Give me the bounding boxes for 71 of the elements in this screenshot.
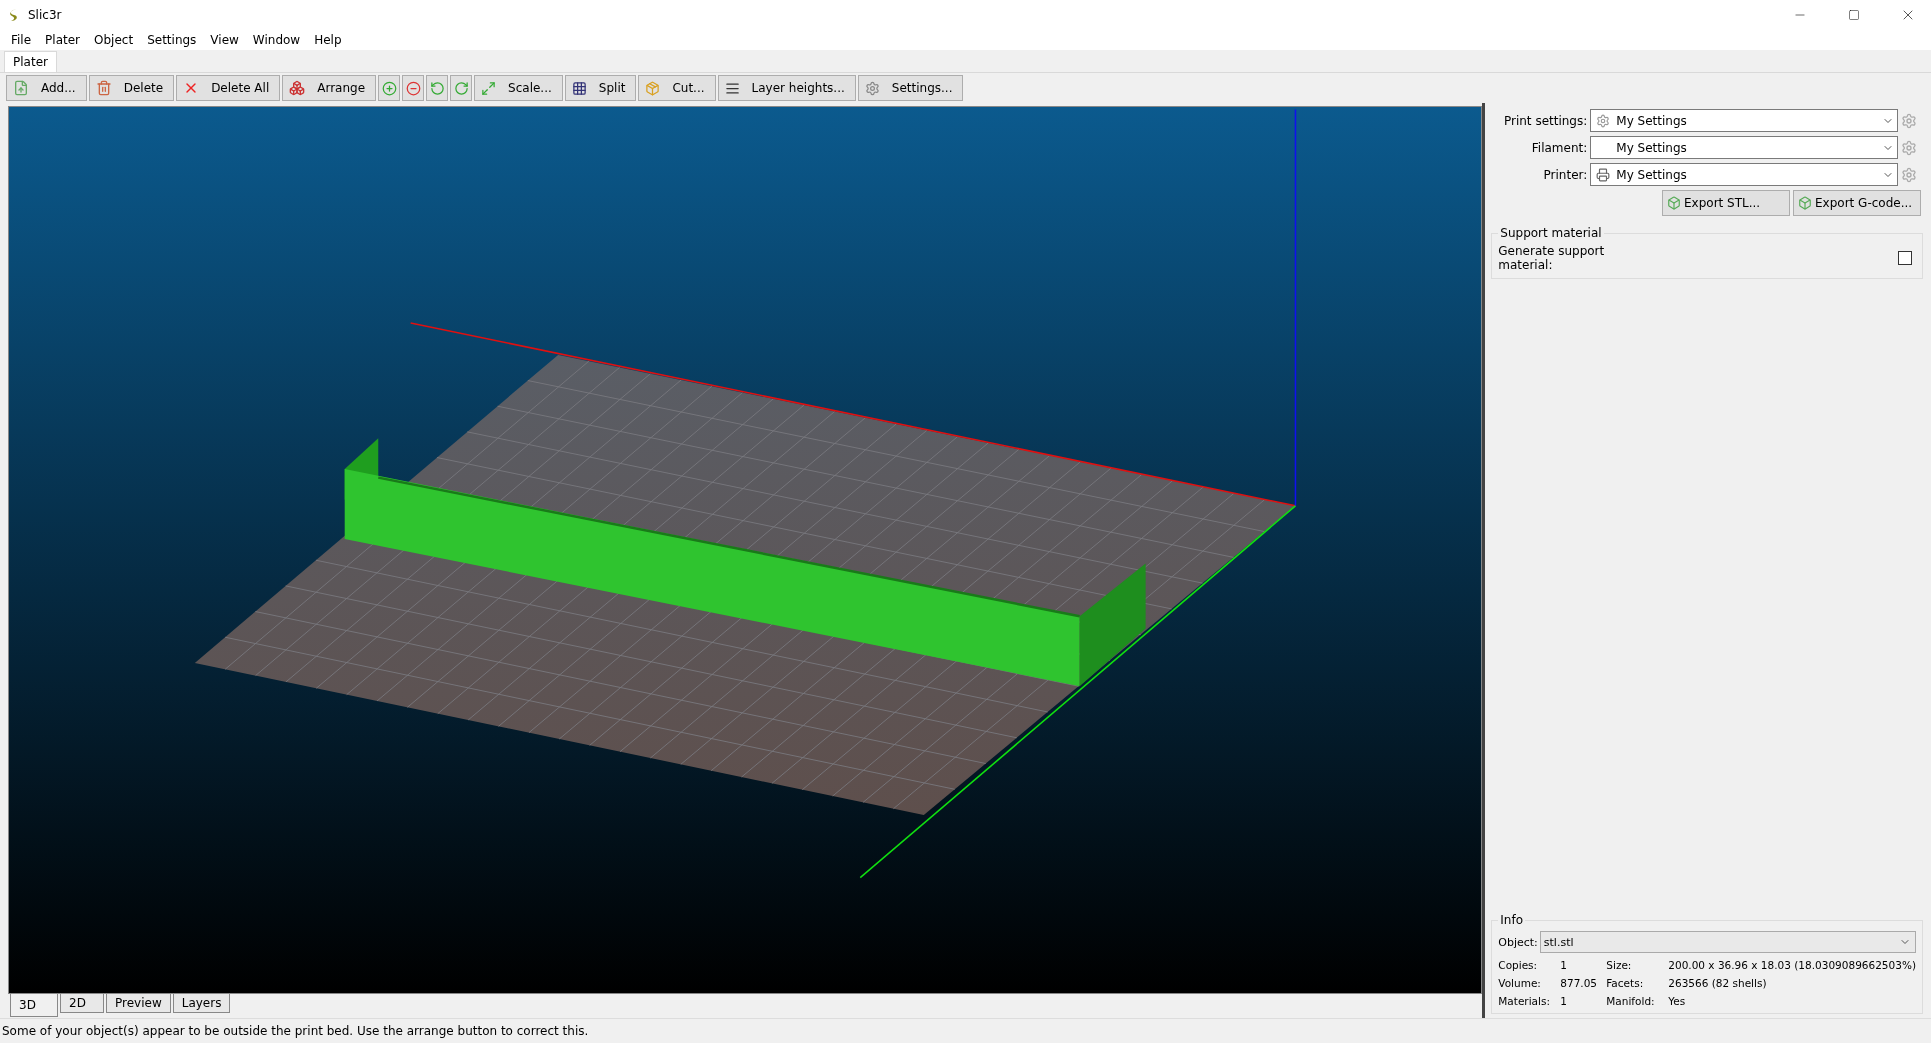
toolbar-button[interactable]: Layer heights... [717, 75, 856, 101]
minus-icon [405, 80, 421, 96]
menu-item[interactable]: File [4, 33, 39, 47]
toolbar-button[interactable]: Delete [88, 75, 175, 101]
grid-icon [571, 80, 587, 96]
object-dropdown[interactable]: stl.stl [1539, 931, 1916, 953]
box-icon [1667, 196, 1681, 210]
box-icon [1798, 196, 1812, 210]
toolbar-button[interactable]: Scale... [474, 75, 563, 101]
rotate-right-icon [453, 80, 469, 96]
preset-label: Printer: [1542, 167, 1588, 182]
toolbar-button[interactable] [450, 75, 473, 101]
info-label: Manifold: [1606, 995, 1656, 1007]
toolbar-button[interactable]: Delete All [176, 75, 281, 101]
menu-item[interactable]: Help [307, 33, 349, 47]
settings-icon[interactable] [1901, 166, 1917, 183]
info-label: Size: [1606, 959, 1633, 971]
export-button[interactable]: Export STL... [1662, 190, 1790, 216]
support-label: Generate support material: [1498, 244, 1606, 272]
info-label: Copies: [1498, 959, 1539, 971]
menu-item[interactable]: Window [245, 33, 308, 47]
lines-icon [724, 80, 740, 96]
preset-label: Print settings: [1502, 113, 1588, 128]
printer-icon [1596, 167, 1611, 182]
window-title: Slic3r [28, 8, 63, 22]
info-value: 200.00 x 36.96 x 18.03 (18.0309089662503%) [1668, 959, 1916, 971]
toolbar-button[interactable] [378, 75, 401, 101]
toolbar-button[interactable]: Settings... [857, 75, 964, 101]
preset-dropdown[interactable]: My Settings [1590, 136, 1898, 159]
toolbar-button[interactable] [426, 75, 449, 101]
view-tab[interactable]: 3D [10, 994, 58, 1017]
group-title: Support material [1499, 226, 1603, 240]
info-label: Facets: [1606, 977, 1645, 989]
cube-icon [645, 80, 661, 96]
info-label: Volume: [1498, 977, 1542, 989]
settings-icon[interactable] [1901, 139, 1917, 156]
info-value: 263566 (82 shells) [1668, 977, 1768, 989]
plus-icon [381, 80, 397, 96]
info-value: 1 [1560, 959, 1568, 971]
menu-item[interactable]: Plater [38, 33, 88, 47]
cubes-icon [289, 80, 306, 96]
support-checkbox[interactable] [1898, 251, 1912, 265]
info-value: Yes [1668, 995, 1687, 1007]
status-bar: Some of your object(s) appear to be outside the print bed. Use the arrange button to correct this. [0, 1018, 1931, 1043]
group-title: Info [1499, 913, 1524, 927]
toolbar-button[interactable]: Arrange [282, 75, 377, 101]
menu-item[interactable]: View [203, 33, 246, 47]
settings-icon [1596, 113, 1611, 128]
view-tab[interactable]: Preview [106, 994, 171, 1013]
scale-arrows-icon [481, 80, 497, 96]
toolbar-button[interactable]: Add... [6, 75, 87, 101]
settings-icon[interactable] [1901, 112, 1917, 129]
toolbar-button[interactable]: Split [564, 75, 637, 101]
maximize-icon [1848, 9, 1860, 21]
object-label: Object: [1498, 935, 1538, 949]
info-value: 1 [1560, 995, 1568, 1007]
view-tab[interactable]: Layers [172, 994, 231, 1013]
preset-dropdown[interactable]: My Settings [1590, 109, 1898, 132]
settings-icon [864, 80, 880, 96]
menu-item[interactable]: Object [87, 33, 141, 47]
view-tab[interactable]: 2D [60, 994, 104, 1013]
menu-item[interactable]: Settings [140, 33, 204, 47]
rotate-left-icon [429, 80, 445, 96]
export-button[interactable]: Export G-code... [1793, 190, 1921, 216]
toolbar-button[interactable]: Cut... [638, 75, 716, 101]
info-label: Materials: [1498, 995, 1551, 1007]
info-value: 877.05 [1560, 977, 1599, 989]
preset-dropdown[interactable]: My Settings [1590, 163, 1898, 186]
preset-label: Filament: [1530, 140, 1588, 155]
toolbar-button[interactable] [402, 75, 425, 101]
tab[interactable]: Plater [4, 51, 57, 72]
